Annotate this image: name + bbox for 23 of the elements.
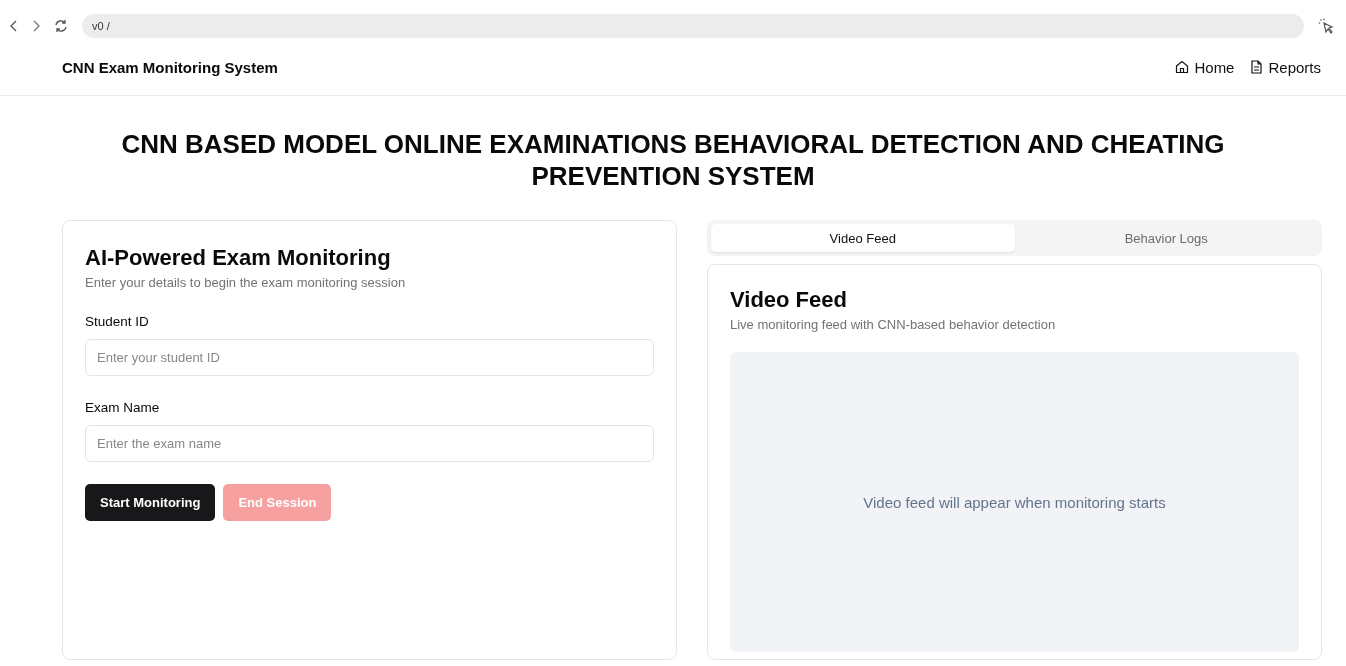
address-bar[interactable]: v0 / xyxy=(82,14,1304,38)
card-description: Live monitoring feed with CNN-based behavior detection xyxy=(730,317,1057,332)
field-label: Student ID xyxy=(85,314,150,329)
start-button[interactable]: Start Monitoring xyxy=(85,484,216,521)
card-description: Enter your details to begin the exam monitoring session xyxy=(85,275,407,290)
input-field[interactable]: Enter the exam name xyxy=(85,425,654,462)
card-title: Video Feed xyxy=(730,286,848,314)
nav-link[interactable]: Home xyxy=(1175,58,1235,76)
nav-link[interactable]: Reports xyxy=(1250,58,1321,76)
field-label: Exam Name xyxy=(85,400,161,415)
brand-title: CNN Exam Monitoring System xyxy=(62,58,278,76)
tab[interactable]: Video Feed xyxy=(711,224,1015,252)
card-title: AI-Powered Exam Monitoring xyxy=(85,244,392,272)
document-icon xyxy=(1250,60,1264,74)
page-title: CNN BASED MODEL ONLINE EXAMINATIONS BEHAVIORAL DETECTION AND CHEATING PREVENTION SYSTEM xyxy=(120,128,1226,192)
cursor-icon[interactable] xyxy=(1318,18,1334,34)
tab[interactable]: Behavior Logs xyxy=(1014,224,1318,252)
home-icon xyxy=(1175,60,1190,74)
empty-message: Video feed will appear when monitoring starts xyxy=(863,493,1166,511)
reload-icon[interactable] xyxy=(54,19,68,33)
input-field[interactable]: Enter your student ID xyxy=(85,339,654,376)
forward-icon[interactable] xyxy=(32,20,40,32)
back-icon[interactable] xyxy=(10,20,18,32)
